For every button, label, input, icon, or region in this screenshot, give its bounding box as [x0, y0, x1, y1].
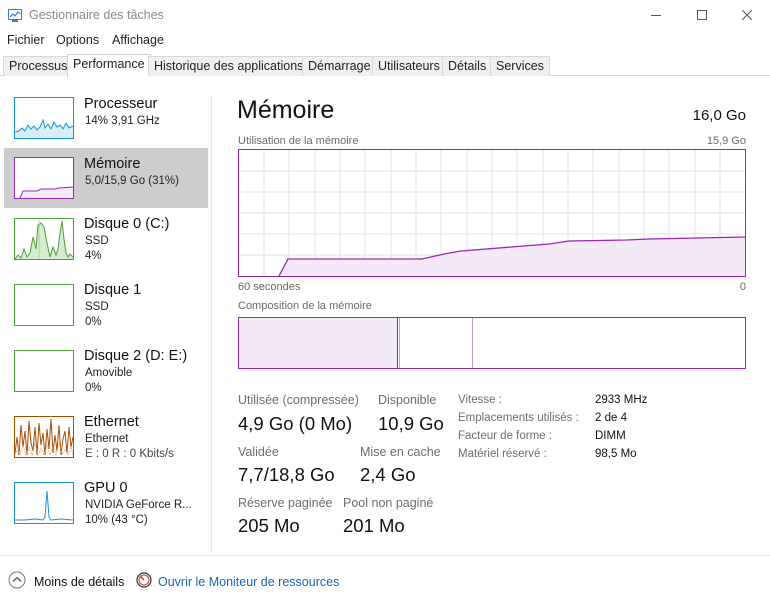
- available-value: 10,9 Go: [378, 413, 444, 434]
- sidebar-item-title: GPU 0: [84, 480, 128, 496]
- memory-total: 16,0 Go: [692, 107, 746, 124]
- available-label: Disponible: [378, 393, 437, 407]
- sidebar-item-processeur[interactable]: Processeur 14% 3,91 GHz: [4, 88, 208, 148]
- cached-label: Mise en cache: [360, 445, 441, 459]
- tab-performance[interactable]: Performance: [67, 54, 151, 77]
- sidebar-item-title: Disque 1: [84, 282, 142, 298]
- maximize-button[interactable]: [679, 0, 725, 30]
- sidebar-item-ethernet[interactable]: Ethernet Ethernet E : 0 R : 0 Kbits/s: [4, 406, 208, 466]
- sidebar-item-title: Processeur: [84, 96, 158, 112]
- tab-strip: Processus Performance Historique des app…: [0, 54, 770, 77]
- sidebar-item-detail: 4%: [85, 250, 102, 262]
- sidebar-item-disque-0[interactable]: Disque 0 (C:) SSD 4%: [4, 208, 208, 268]
- sidebar-item-detail: NVIDIA GeForce R...: [85, 499, 192, 511]
- menu-affichage[interactable]: Affichage: [112, 33, 164, 47]
- title-bar: Gestionnaire des tâches: [0, 0, 770, 32]
- footer-divider: [0, 555, 770, 556]
- gpu-thumbnail-graph: [14, 482, 74, 524]
- tab-demarrage[interactable]: Démarrage: [302, 56, 377, 76]
- sidebar-item-disque-1[interactable]: Disque 1 SSD 0%: [4, 274, 208, 334]
- spec-slots-value: 2 de 4: [595, 412, 627, 424]
- sidebar-item-detail: SSD: [85, 235, 109, 247]
- less-details-button[interactable]: Moins de détails: [8, 571, 125, 594]
- sidebar-item-title: Disque 2 (D: E:): [84, 348, 188, 364]
- sidebar-item-disque-2[interactable]: Disque 2 (D: E:) Amovible 0%: [4, 340, 208, 400]
- minimize-icon: [651, 15, 661, 16]
- tab-historique[interactable]: Historique des applications: [148, 56, 310, 76]
- resource-monitor-link[interactable]: Ouvrir le Moniteur de ressources: [136, 571, 340, 593]
- sidebar-item-detail: E : 0 R : 0 Kbits/s: [85, 448, 174, 460]
- disk0-thumbnail-graph: [14, 218, 74, 260]
- sidebar-item-detail: Amovible: [85, 367, 133, 379]
- sidebar-item-detail: 0%: [85, 316, 102, 328]
- minimize-button[interactable]: [633, 0, 679, 30]
- cached-value: 2,4 Go: [360, 464, 416, 485]
- spec-speed-value: 2933 MHz: [595, 394, 648, 406]
- sidebar-item-gpu-0[interactable]: GPU 0 NVIDIA GeForce R... 10% (43 °C): [4, 472, 208, 532]
- sidebar-item-title: Mémoire: [84, 156, 141, 172]
- usage-chart-x-left: 60 secondes: [238, 281, 301, 293]
- task-manager-icon: [8, 9, 22, 23]
- resource-monitor-label: Ouvrir le Moniteur de ressources: [158, 575, 340, 589]
- usage-chart-max: 15,9 Go: [706, 135, 746, 147]
- menu-options[interactable]: Options: [56, 33, 99, 47]
- committed-label: Validée: [238, 445, 279, 459]
- page-title: Mémoire: [237, 96, 335, 124]
- sidebar-item-memoire[interactable]: Mémoire 5,0/15,9 Go (31%): [4, 148, 208, 208]
- close-icon: [742, 10, 752, 20]
- usage-chart-label: Utilisation de la mémoire: [238, 135, 359, 147]
- committed-value: 7,7/18,8 Go: [238, 464, 335, 485]
- sidebar-item-detail: 0%: [85, 382, 102, 394]
- spec-reserved-label: Matériel réservé :: [458, 448, 547, 460]
- used-label: Utilisée (compressée): [238, 393, 359, 407]
- ethernet-thumbnail-graph: [14, 416, 74, 458]
- less-details-label: Moins de détails: [34, 575, 125, 589]
- spec-speed-label: Vitesse :: [458, 394, 502, 406]
- paged-pool-value: 205 Mo: [238, 515, 300, 536]
- close-button[interactable]: [724, 0, 770, 30]
- used-value: 4,9 Go (0 Mo): [238, 413, 353, 434]
- nonpaged-pool-label: Pool non paginé: [343, 496, 434, 510]
- sidebar-item-title: Ethernet: [84, 414, 139, 430]
- cpu-thumbnail-graph: [14, 97, 74, 139]
- tab-details[interactable]: Détails: [442, 56, 493, 76]
- disk1-thumbnail-graph: [14, 284, 74, 326]
- memory-composition-bar: [238, 317, 746, 369]
- sidebar-divider: [211, 96, 212, 552]
- spec-form-factor-value: DIMM: [595, 430, 626, 442]
- resource-monitor-icon: [136, 571, 152, 593]
- tab-processus[interactable]: Processus: [3, 56, 74, 76]
- paged-pool-label: Réserve paginée: [238, 496, 333, 510]
- nonpaged-pool-value: 201 Mo: [343, 515, 405, 536]
- menu-fichier[interactable]: Fichier: [7, 33, 45, 47]
- memory-thumbnail-graph: [14, 157, 74, 199]
- spec-form-factor-label: Facteur de forme :: [458, 430, 552, 442]
- sidebar-item-detail: 14% 3,91 GHz: [85, 115, 160, 127]
- sidebar-item-detail: 10% (43 °C): [85, 514, 148, 526]
- composition-label: Composition de la mémoire: [238, 300, 372, 312]
- chevron-up-icon: [8, 571, 26, 594]
- menu-bar: Fichier Options Affichage: [0, 32, 770, 52]
- spec-reserved-value: 98,5 Mo: [595, 448, 637, 460]
- sidebar-item-detail: SSD: [85, 301, 109, 313]
- window-title: Gestionnaire des tâches: [29, 8, 164, 22]
- memory-usage-chart: [238, 149, 746, 277]
- usage-chart-x-right: 0: [739, 281, 746, 293]
- sidebar-item-title: Disque 0 (C:): [84, 216, 170, 232]
- sidebar-item-detail: 5,0/15,9 Go (31%): [85, 175, 179, 187]
- tab-services[interactable]: Services: [490, 56, 550, 76]
- tab-utilisateurs[interactable]: Utilisateurs: [372, 56, 446, 76]
- spec-slots-label: Emplacements utilisés :: [458, 412, 579, 424]
- sidebar-item-detail: Ethernet: [85, 433, 129, 445]
- composition-in-use-segment: [239, 318, 397, 368]
- disk2-thumbnail-graph: [14, 350, 74, 392]
- maximize-icon: [697, 10, 707, 20]
